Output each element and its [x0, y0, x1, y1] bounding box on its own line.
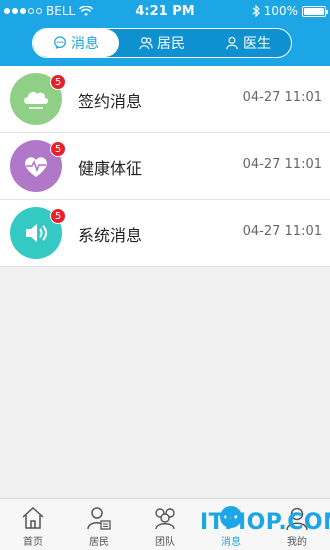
bluetooth-icon: [252, 5, 260, 17]
message-title: 健康体征: [78, 159, 143, 178]
segment-residents[interactable]: 居民: [119, 29, 205, 57]
message-row-contract[interactable]: 5 签约消息 04-27 11:01: [0, 66, 330, 133]
message-title: 签约消息: [78, 92, 143, 111]
message-time: 04-27 11:01: [242, 90, 322, 105]
message-row-health[interactable]: 5 健康体征 04-27 11:01: [0, 133, 330, 200]
segment-control: 消息 居民 医生: [32, 28, 292, 58]
message-title: 系统消息: [78, 226, 143, 245]
resident-icon: [87, 507, 111, 530]
home-icon: [22, 506, 44, 529]
message-time: 04-27 11:01: [242, 224, 322, 239]
segment-doctors[interactable]: 医生: [205, 29, 291, 57]
battery-icon: [302, 5, 328, 17]
group-icon: [139, 37, 153, 50]
tab-label: 首页: [23, 537, 43, 548]
segment-label: 医生: [243, 36, 271, 52]
unread-badge: 5: [50, 141, 66, 157]
tab-label: 居民: [89, 537, 109, 548]
battery-percent: 100%: [263, 4, 298, 18]
team-icon: [155, 508, 175, 530]
message-time: 04-27 11:01: [242, 157, 322, 172]
segment-label: 居民: [157, 36, 185, 52]
tab-home[interactable]: 首页: [0, 499, 66, 550]
person-icon: [226, 36, 238, 50]
unread-badge: 5: [50, 74, 66, 90]
message-row-system[interactable]: 5 系统消息 04-27 11:01: [0, 200, 330, 267]
tab-residents[interactable]: 居民: [66, 499, 132, 550]
watermark: ITMOP.COM: [200, 510, 330, 535]
segment-messages[interactable]: 消息: [33, 29, 119, 57]
unread-badge: 5: [50, 208, 66, 224]
tab-label: 消息: [221, 537, 241, 548]
tab-label: 我的: [287, 537, 307, 548]
status-right: 100%: [252, 4, 328, 18]
chat-bubble-icon: [54, 36, 66, 50]
segment-label: 消息: [71, 36, 99, 52]
status-bar: BELL 4:21 PM 100%: [0, 0, 330, 24]
tab-team[interactable]: 团队: [132, 499, 198, 550]
tab-label: 团队: [155, 537, 175, 548]
app-header: BELL 4:21 PM 100% 消息 居民 医生: [0, 0, 330, 66]
message-list: 5 签约消息 04-27 11:01 5 健康体征 04-27 11:01 5 …: [0, 66, 330, 267]
